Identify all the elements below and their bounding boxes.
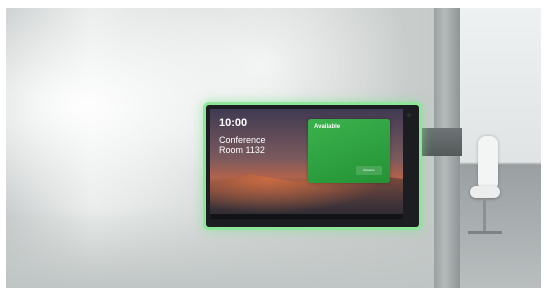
office-chair — [468, 136, 502, 246]
list-item[interactable] — [308, 199, 390, 209]
clock-time: 10:00 — [219, 117, 248, 129]
bottom-bar — [210, 214, 403, 219]
room-scheduler-device: 10:00 Conference Room 1132 Available Res… — [206, 105, 419, 227]
scene-photo: 10:00 Conference Room 1132 Available Res… — [6, 8, 541, 288]
list-item[interactable] — [308, 187, 390, 197]
room-name: Conference Room 1132 — [219, 135, 266, 155]
availability-card[interactable]: Available Reserve — [308, 119, 390, 183]
reserve-button[interactable]: Reserve — [356, 166, 382, 175]
device-screen: 10:00 Conference Room 1132 Available Res… — [210, 109, 403, 219]
camera-sensor-icon — [407, 113, 411, 117]
availability-status: Available — [314, 124, 341, 130]
